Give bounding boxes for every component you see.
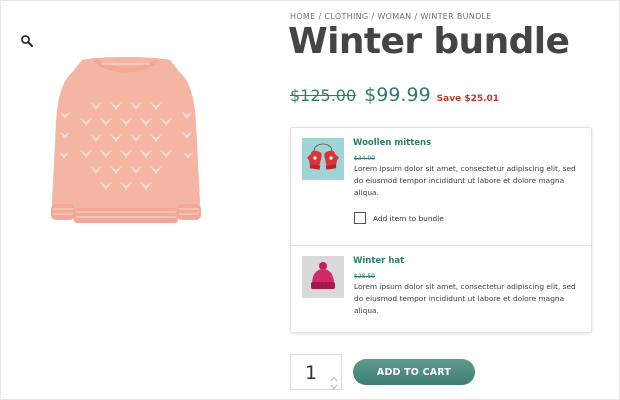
add-item-checkbox[interactable]	[354, 212, 366, 224]
bundle-item: Winter hat $28.50 Lorem ipsum dolor sit …	[291, 246, 591, 334]
bundle-item-description: Lorem ipsum dolor sit amet, consectetur …	[354, 164, 576, 197]
mittens-thumbnail[interactable]	[302, 138, 344, 180]
bundle-item: Woollen mittens $34.00 Lorem ipsum dolor…	[291, 128, 591, 246]
quantity-value[interactable]: 1	[305, 362, 317, 384]
savings-label: Save $25.01	[436, 94, 500, 104]
chevron-down-icon[interactable]	[330, 375, 338, 390]
breadcrumb-clothing[interactable]: CLOTHING	[324, 12, 368, 21]
product-title: Winter bundle	[288, 21, 570, 62]
breadcrumb-separator: /	[371, 12, 375, 21]
breadcrumb: HOME / CLOTHING / WOMAN / WINTER BUNDLE	[290, 12, 492, 21]
breadcrumb-separator: /	[318, 12, 322, 21]
original-price: $125.00	[290, 86, 357, 105]
add-to-cart-button[interactable]: ADD TO CART	[353, 359, 475, 385]
quantity-stepper[interactable]: 1	[290, 354, 342, 390]
bundle-item-old-price: $34.00	[354, 155, 375, 162]
sweater-product-image[interactable]	[46, 52, 206, 230]
bundle-items-box: Woollen mittens $34.00 Lorem ipsum dolor…	[290, 127, 592, 333]
hat-thumbnail[interactable]	[302, 256, 344, 298]
chevron-up-icon[interactable]	[330, 367, 338, 382]
breadcrumb-home[interactable]: HOME	[290, 12, 315, 21]
sale-price: $99.99	[364, 84, 431, 106]
bundle-item-description: Lorem ipsum dolor sit amet, consectetur …	[354, 282, 576, 315]
breadcrumb-separator: /	[414, 12, 418, 21]
bundle-item-old-price: $28.50	[354, 273, 375, 280]
breadcrumb-current: WINTER BUNDLE	[420, 12, 492, 21]
add-item-to-bundle-toggle[interactable]: Add item to bundle	[354, 212, 444, 224]
add-item-label: Add item to bundle	[373, 213, 444, 223]
bundle-item-name[interactable]: Woollen mittens	[353, 138, 431, 148]
zoom-icon[interactable]	[20, 33, 34, 47]
bundle-item-name[interactable]: Winter hat	[353, 256, 404, 266]
price-row: $125.00 $99.99 Save $25.01	[290, 84, 499, 112]
breadcrumb-woman[interactable]: WOMAN	[377, 12, 411, 21]
